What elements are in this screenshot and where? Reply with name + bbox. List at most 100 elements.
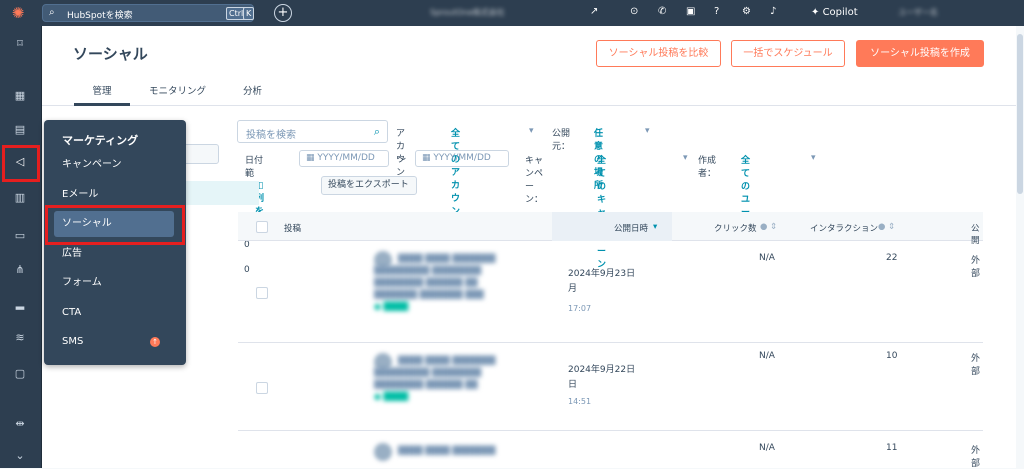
clicks-value: N/A xyxy=(759,351,775,361)
clicks-value: N/A xyxy=(759,253,775,263)
reports-icon[interactable]: ▂ xyxy=(10,294,30,314)
compare-posts-button[interactable]: ソーシャル投稿を比較 xyxy=(596,40,721,67)
table-row[interactable]: ████ ████ ███████ █████████ ████████ ███… xyxy=(238,241,983,343)
copilot-label: Copilot xyxy=(822,7,858,18)
create-post-button[interactable]: ソーシャル投稿を作成 xyxy=(856,40,984,67)
header-clicks[interactable]: クリック数 xyxy=(714,222,757,234)
date-to-input[interactable]: ▦ YYYY/MM/DD xyxy=(415,150,509,167)
campaign-filter-label: キャンペーン： xyxy=(525,156,544,205)
highlight-social-item xyxy=(45,205,185,245)
tab-bar: 管理 モニタリング 分析 xyxy=(42,78,1016,106)
marketplace-icon[interactable]: ▣ xyxy=(686,6,695,17)
chevron-down-icon: ▾ xyxy=(645,126,650,136)
publish-date: 2024年9月22日 日 xyxy=(568,363,635,393)
interactions-value: 10 xyxy=(886,351,898,361)
table-row[interactable]: ████ ████ ███████ N/A 11 外部 xyxy=(238,431,983,469)
create-plus-button[interactable]: + xyxy=(274,4,292,22)
account-name[interactable]: SproutOne株式会社 xyxy=(430,7,505,18)
publish-date-line2: 日 xyxy=(568,380,578,390)
bell-icon[interactable]: ♪ xyxy=(770,6,776,17)
automation-icon[interactable]: ⋔ xyxy=(10,260,30,280)
clicks-value: N/A xyxy=(759,443,775,453)
header-interactions[interactable]: インタラクション xyxy=(810,222,878,234)
commerce-icon[interactable]: ▭ xyxy=(10,226,30,246)
scrollbar-thumb[interactable] xyxy=(1017,34,1023,194)
publish-date-line1: 2024年9月23日 xyxy=(568,269,636,279)
avatar xyxy=(374,443,392,461)
content-icon[interactable]: ▥ xyxy=(10,188,30,208)
tab-manage[interactable]: 管理 xyxy=(74,83,130,106)
page-title: ソーシャル xyxy=(73,45,148,63)
copilot-button[interactable]: ✦ Copilot xyxy=(805,4,864,22)
header-publish-date[interactable]: 公開日時 xyxy=(614,222,648,234)
contacts-icon[interactable]: ▤ xyxy=(10,120,30,140)
hubspot-logo-icon[interactable]: ✺ xyxy=(10,5,26,21)
date-from-input[interactable]: ▦ YYYY/MM/DD xyxy=(299,150,389,167)
date-to-placeholder: YYYY/MM/DD xyxy=(433,153,491,163)
gear-icon[interactable]: ⚙ xyxy=(742,6,751,17)
source-value: 外部 xyxy=(971,354,981,377)
date-separator: 〜 xyxy=(397,155,407,165)
global-search-placeholder: HubSpotを検索 xyxy=(67,11,133,21)
publish-date-line2: 月 xyxy=(568,284,578,294)
database-icon[interactable]: ≋ xyxy=(10,328,30,348)
menu-heading: マーケティング xyxy=(62,134,139,147)
table-header: 投稿 公開日時 ▾ クリック数 ● ⇕ インタラクション ● ⇕ 公開 xyxy=(238,212,983,246)
search-icon[interactable]: ⌕ xyxy=(374,125,380,139)
info-icon: ● ⇕ xyxy=(878,222,896,232)
main-content: ソーシャル ソーシャル投稿を比較 一括でスケジュール ソーシャル投稿を作成 管理… xyxy=(42,26,1016,469)
folder-icon[interactable]: ▢ xyxy=(10,364,30,384)
user-menu[interactable]: ユーザー名 xyxy=(898,7,938,18)
chevron-down-icon: ▾ xyxy=(811,153,816,163)
left-nav-sidebar: ⌑ ▦ ▤ ◁ ▥ ▭ ⋔ ▂ ≋ ▢ ⇹ ⌄ xyxy=(0,26,42,468)
export-posts-button[interactable]: 投稿をエクスポート xyxy=(321,176,417,195)
date-from-placeholder: YYYY/MM/DD xyxy=(317,153,375,163)
table-row[interactable]: ████ ████ ███████ █████████ ████████ ███… xyxy=(238,343,983,431)
menu-item-sms[interactable]: SMS ↑ xyxy=(54,329,174,355)
row-checkbox[interactable] xyxy=(256,287,268,299)
row-checkbox[interactable] xyxy=(256,382,268,394)
info-icon: ● ⇕ xyxy=(760,222,778,232)
global-search[interactable]: ⌕ HubSpotを検索 Ctrl K xyxy=(42,4,255,22)
highlight-marketing-icon xyxy=(2,145,40,182)
publish-time: 14:51 xyxy=(568,397,592,406)
chevron-down-icon: ▾ xyxy=(529,126,534,136)
publish-date: 2024年9月23日 月 xyxy=(568,267,635,297)
source-value: 外部 xyxy=(971,256,981,279)
help-icon[interactable]: ? xyxy=(714,6,719,17)
bookmark-icon[interactable]: ⌑ xyxy=(10,34,30,54)
sort-desc-icon[interactable]: ▾ xyxy=(653,222,657,232)
menu-item-campaigns[interactable]: キャンペーン xyxy=(54,152,174,178)
tab-analytics[interactable]: 分析 xyxy=(243,83,262,106)
top-nav-bar: ✺ ⌕ HubSpotを検索 Ctrl K + SproutOne株式会社 ↗ … xyxy=(0,0,1024,26)
publish-filter-label: 公開元： xyxy=(552,129,571,152)
post-preview: ████ ████ ███████ █████████ ████████ ███… xyxy=(374,356,496,401)
search-icon: ⌕ xyxy=(49,7,55,18)
interactions-value: 11 xyxy=(886,443,898,453)
menu-item-forms[interactable]: フォーム xyxy=(54,270,174,296)
post-preview: ████ ████ ███████ xyxy=(398,446,496,455)
phone-icon[interactable]: ✆ xyxy=(658,6,666,17)
source-value: 外部 xyxy=(971,446,981,469)
publish-time: 17:07 xyxy=(568,304,592,313)
tab-monitoring[interactable]: モニタリング xyxy=(149,83,206,106)
dashboard-icon[interactable]: ▦ xyxy=(10,86,30,106)
select-all-checkbox[interactable] xyxy=(256,221,268,233)
posts-table: 投稿 公開日時 ▾ クリック数 ● ⇕ インタラクション ● ⇕ 公開 ████… xyxy=(238,212,983,469)
external-link-icon[interactable]: ↗ xyxy=(590,6,598,17)
sparkle-icon: ✦ xyxy=(811,7,820,18)
upgrade-icon[interactable]: ⊙ xyxy=(630,6,638,17)
bulk-schedule-button[interactable]: 一括でスケジュール xyxy=(731,40,845,67)
publish-date-line1: 2024年9月22日 xyxy=(568,365,636,375)
post-preview: ████ ████ ███████ █████████ ████████ ███… xyxy=(374,254,496,311)
collapse-arrows-icon[interactable]: ⇹ xyxy=(10,414,30,434)
post-search-input[interactable]: 投稿を検索 ⌕ xyxy=(237,120,388,143)
author-filter-label: 作成者： xyxy=(698,156,717,179)
expand-chevron-icon[interactable]: ⌄ xyxy=(10,446,30,466)
kbd-k: K xyxy=(243,7,255,20)
header-post[interactable]: 投稿 xyxy=(284,222,301,234)
upgrade-arrow-icon: ↑ xyxy=(150,337,160,347)
menu-item-cta[interactable]: CTA xyxy=(54,300,174,326)
interactions-value: 22 xyxy=(886,253,898,263)
post-search-placeholder: 投稿を検索 xyxy=(246,130,296,141)
